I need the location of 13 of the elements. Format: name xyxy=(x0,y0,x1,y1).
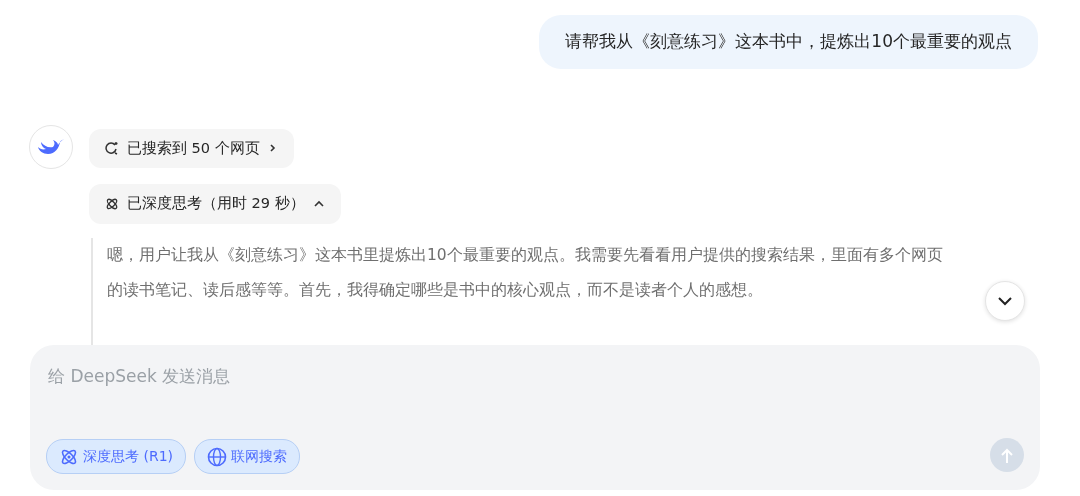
user-message: 请帮我从《刻意练习》这本书中，提炼出10个最重要的观点 xyxy=(539,15,1038,69)
search-results-button[interactable]: 已搜索到 50 个网页 xyxy=(89,128,294,169)
thinking-toggle-button[interactable]: 已深度思考（用时 29 秒） xyxy=(89,184,341,224)
chevron-right-icon xyxy=(267,143,278,154)
thinking-paragraph: 嗯，用户让我从《刻意练习》这本书里提炼出10个最重要的观点。我需要先看看用户提供的搜索结果，里面有多个网页的读书笔记、读后感等等。首先，我得确定哪些是书中的核心观点，而不是读者个人的感想。 xyxy=(107,245,944,301)
deep-think-toggle[interactable]: 深度思考 (R1) xyxy=(46,439,186,474)
message-input[interactable]: 给 DeepSeek 发送消息 xyxy=(46,363,1024,391)
globe-icon xyxy=(207,446,227,467)
atom-icon xyxy=(105,197,119,212)
scroll-down-button[interactable] xyxy=(985,281,1025,321)
arrow-up-icon xyxy=(1000,447,1014,464)
chevron-down-icon xyxy=(997,296,1013,306)
web-search-toggle[interactable]: 联网搜索 xyxy=(194,439,300,474)
